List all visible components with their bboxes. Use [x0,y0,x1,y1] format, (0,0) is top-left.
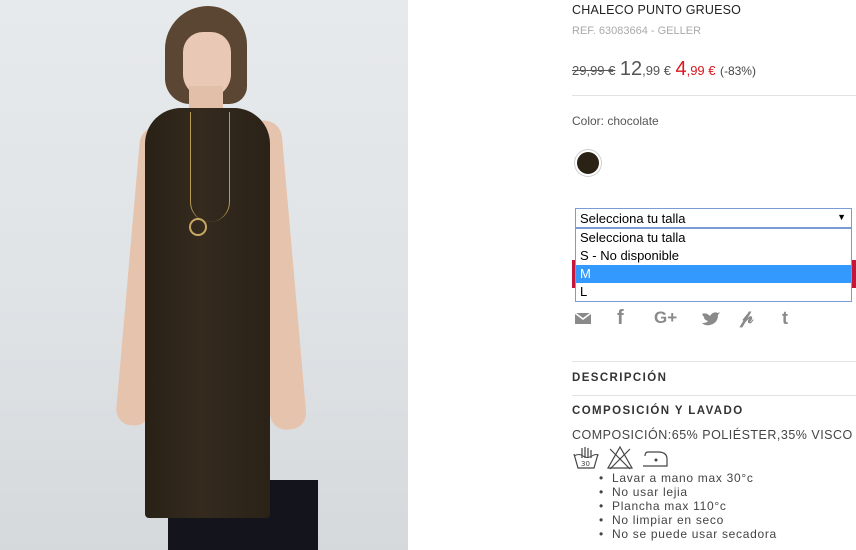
color-swatch-chocolate[interactable] [577,152,599,174]
list-item: No se puede usar secadora [596,527,777,541]
size-option-m[interactable]: M [576,265,851,283]
composition-text: COMPOSICIÓN:65% POLIÉSTER,35% VISCO [572,428,853,442]
color-label: Color: chocolate [572,114,659,128]
share-bar: f G+ 𝓅 t [572,306,856,330]
hand-wash-icon: 30 [573,447,599,469]
composition-section-toggle[interactable]: COMPOSICIÓN Y LAVADO [572,405,744,417]
google-plus-icon[interactable]: G+ [654,306,677,330]
product-info-panel: CHALECO PUNTO GRUESO REF. 63083664 - GEL… [572,0,856,550]
product-image[interactable] [0,0,408,550]
list-item: No limpiar en seco [596,513,777,527]
divider [572,395,856,396]
discount-badge: (-83%) [719,64,756,78]
sale-price: 4,99 € [675,58,716,80]
size-option-s[interactable]: S - No disponible [576,247,851,265]
size-dropdown-list[interactable]: Selecciona tu talla S - No disponible M … [575,228,852,302]
size-option-l[interactable]: L [576,283,851,301]
care-icons: 30 [572,444,682,474]
add-to-cart-button-edge-right[interactable] [852,260,856,288]
product-ref: REF. 63083664 - GELLER [572,25,702,37]
no-bleach-icon [606,445,634,470]
svg-text:30: 30 [581,460,590,468]
list-item: No usar lejia [596,485,777,499]
divider [572,361,856,362]
previous-price: 12,99 € [619,58,671,80]
price-row: 29,99 € 12,99 € 4,99 € (-83%) [572,58,856,84]
size-select[interactable]: Selecciona tu talla ▼ [575,208,852,228]
divider [572,95,856,96]
list-item: Lavar a mano max 30°c [596,471,777,485]
twitter-icon[interactable] [701,306,721,330]
description-section-toggle[interactable]: DESCRIPCIÓN [572,372,667,384]
necklace-chain [190,112,230,222]
size-option-placeholder[interactable]: Selecciona tu talla [576,229,851,247]
email-icon[interactable] [573,306,593,330]
iron-110-icon [643,451,668,467]
list-item: Plancha max 110°c [596,499,777,513]
pinterest-icon[interactable]: 𝓅 [740,306,754,330]
product-title: CHALECO PUNTO GRUESO [572,3,742,17]
facebook-icon[interactable]: f [617,306,624,330]
chevron-down-icon: ▼ [837,212,846,222]
original-price: 29,99 € [572,63,616,78]
tumblr-icon[interactable]: t [782,306,788,330]
care-instructions-list: Lavar a mano max 30°c No usar lejia Plan… [596,471,777,541]
necklace-pendant [189,218,207,236]
